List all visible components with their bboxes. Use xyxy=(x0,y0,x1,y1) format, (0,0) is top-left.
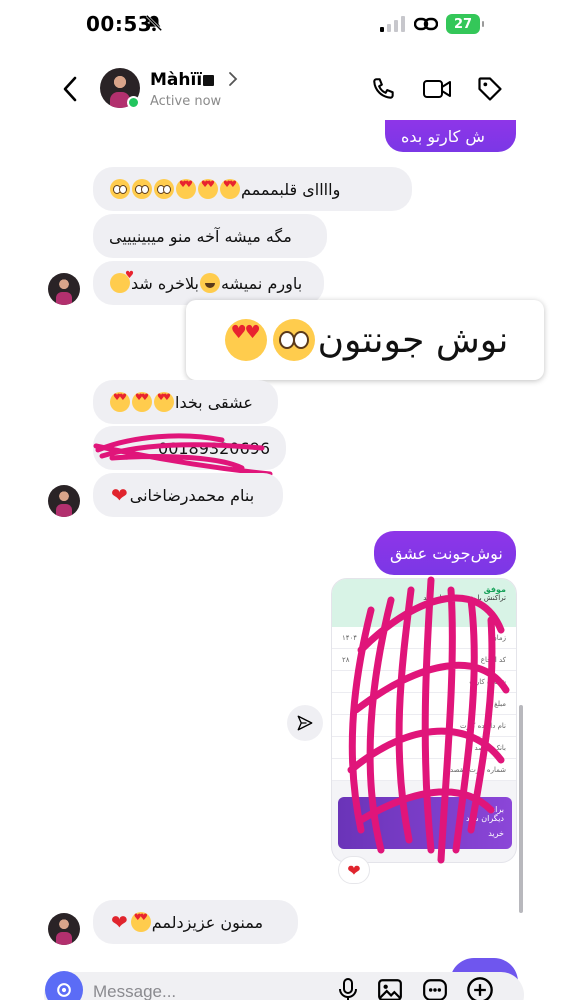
heart-eyes-emoji-icon xyxy=(224,319,267,361)
incoming-message[interactable]: مگه میشه آخه منو میبینیییی xyxy=(93,214,327,258)
receipt-row-label: بانک مقصد xyxy=(474,743,506,752)
receipt-image-message[interactable]: موفق تراکنش با موفقیت انجام شد زمان ۱۴۰۴ ک… xyxy=(331,578,517,863)
message-text: باورم نمیشه xyxy=(221,273,303,293)
tag-icon xyxy=(478,77,502,101)
pleading-face-emoji-icon xyxy=(132,179,152,199)
smiling-face-with-hearts-emoji-icon xyxy=(110,270,134,293)
video-camera-icon xyxy=(423,80,451,98)
camera-icon xyxy=(57,983,71,997)
message-text: بلاخره شد xyxy=(131,273,199,293)
add-button[interactable] xyxy=(466,976,494,1000)
heart-eyes-emoji-icon xyxy=(198,179,218,199)
sticker-icon xyxy=(423,979,447,1000)
receipt-row: مبلغ xyxy=(332,693,516,715)
message-text: عشقی بخدا xyxy=(175,392,253,412)
outgoing-message[interactable]: ش کارتو بده xyxy=(385,120,516,152)
receipt-row-label: کد ارجاع xyxy=(480,655,506,664)
contact-name[interactable]: Màhïï xyxy=(150,70,202,90)
heart-eyes-emoji-icon xyxy=(132,392,152,412)
receipt-row: بانک مقصد xyxy=(332,737,516,759)
incoming-message[interactable]: باورم نمیشه بلاخره شد xyxy=(93,261,324,305)
receipt-banner: برای دیگران شاد خرید xyxy=(338,797,512,849)
plus-circle-icon xyxy=(467,977,493,1000)
cellular-signal-icon xyxy=(380,16,405,32)
receipt-row: نام دارنده کارت xyxy=(332,715,516,737)
receipt-row: زمان ۱۴۰۴ xyxy=(332,627,516,649)
incoming-message[interactable]: ممنون عزیزدلمم ❤ xyxy=(93,900,298,944)
incoming-message[interactable]: بنام محمدرضاخانی ❤ xyxy=(93,473,283,517)
phone-icon xyxy=(373,78,394,99)
sender-avatar[interactable] xyxy=(48,913,80,945)
battery-indicator: 27 xyxy=(446,14,484,34)
status-time: 00:53 xyxy=(86,12,153,36)
incoming-message[interactable]: عشقی بخدا xyxy=(93,380,278,424)
receipt-row-label: نام دارنده کارت xyxy=(459,721,506,730)
link-icon xyxy=(414,17,438,31)
receipt-row-label: شماره کارت مقصد xyxy=(449,765,506,774)
paper-plane-icon xyxy=(297,715,313,731)
text-sticker: نوش جونتون xyxy=(186,300,544,380)
tag-button[interactable] xyxy=(475,74,505,104)
message-text: بنام محمدرضاخانی xyxy=(129,485,255,505)
grinning-face-emoji-icon xyxy=(200,273,220,293)
red-heart-emoji-icon: ❤ xyxy=(111,910,128,934)
heart-eyes-emoji-icon xyxy=(130,912,151,932)
chevron-left-icon xyxy=(63,76,77,102)
gallery-button[interactable] xyxy=(376,976,404,1000)
heart-eyes-emoji-icon xyxy=(176,179,196,199)
banner-line: برای xyxy=(488,805,504,814)
sticker-button[interactable] xyxy=(421,976,449,1000)
incoming-message[interactable]: واااای قلبمممم xyxy=(93,167,412,211)
scrollbar[interactable] xyxy=(519,705,523,913)
receipt-row-label: مبلغ xyxy=(494,699,506,708)
battery-level: 27 xyxy=(453,16,473,32)
microphone-icon xyxy=(339,978,357,1000)
outgoing-message[interactable]: نوش‌جونت عشق xyxy=(374,531,516,575)
message-text: مگه میشه آخه منو میبینیییی xyxy=(109,226,292,246)
online-indicator xyxy=(127,96,140,109)
receipt-row-value: ۲۸ xyxy=(342,655,350,664)
back-button[interactable] xyxy=(56,72,84,106)
message-text: ممنون عزیزدلمم xyxy=(151,912,264,932)
receipt-subtitle: تراکنش با موفقیت انجام شد xyxy=(423,594,506,602)
sender-avatar[interactable] xyxy=(48,485,80,517)
receipt-status: موفق xyxy=(483,585,506,594)
black-square-icon xyxy=(203,75,214,86)
message-text: ش کارتو بده xyxy=(401,126,485,146)
share-button[interactable] xyxy=(287,705,323,741)
pleading-face-emoji-icon xyxy=(154,179,174,199)
receipt-row-value: ۱۴۰۴ xyxy=(342,633,358,642)
message-input[interactable] xyxy=(93,980,313,1000)
receipt-row: شماره کارت مقصد xyxy=(332,759,516,781)
bell-off-icon xyxy=(145,14,163,32)
image-icon xyxy=(378,979,402,1000)
active-status: Active now xyxy=(150,94,222,109)
sticker-text: نوش جونتون xyxy=(317,319,509,361)
banner-line: دیگران شاد xyxy=(466,814,504,823)
heart-eyes-emoji-icon xyxy=(220,179,240,199)
receipt-row: شماره کارت xyxy=(332,671,516,693)
voice-button[interactable] xyxy=(334,976,362,1000)
redaction-scribble xyxy=(93,433,273,477)
video-call-button[interactable] xyxy=(422,74,452,104)
sender-avatar[interactable] xyxy=(48,273,80,305)
message-text: نوش‌جونت عشق xyxy=(390,543,503,563)
red-heart-emoji-icon: ❤ xyxy=(111,483,128,507)
receipt-header: موفق تراکنش با موفقیت انجام شد xyxy=(332,579,516,627)
pleading-face-emoji-icon xyxy=(272,319,315,361)
receipt-row: کد ارجاع ۲۸ xyxy=(332,649,516,671)
heart-eyes-emoji-icon xyxy=(110,392,130,412)
banner-button: خرید xyxy=(488,829,504,838)
receipt-rows: زمان ۱۴۰۴ کد ارجاع ۲۸ شماره کارت مبلغ نام دارن… xyxy=(332,627,516,781)
heart-eyes-emoji-icon xyxy=(154,392,174,412)
heart-reaction[interactable]: ❤ xyxy=(338,856,370,884)
chat-header: Màhïï Active now xyxy=(0,56,563,122)
receipt-row-label: شماره کارت xyxy=(469,677,506,686)
status-bar: 00:53 27 xyxy=(0,0,563,50)
pleading-face-emoji-icon xyxy=(110,179,130,199)
message-text: واااای قلبمممم xyxy=(241,179,341,199)
chevron-right-icon[interactable] xyxy=(226,70,240,88)
call-button[interactable] xyxy=(369,74,399,104)
receipt-row-label: زمان xyxy=(491,633,506,642)
